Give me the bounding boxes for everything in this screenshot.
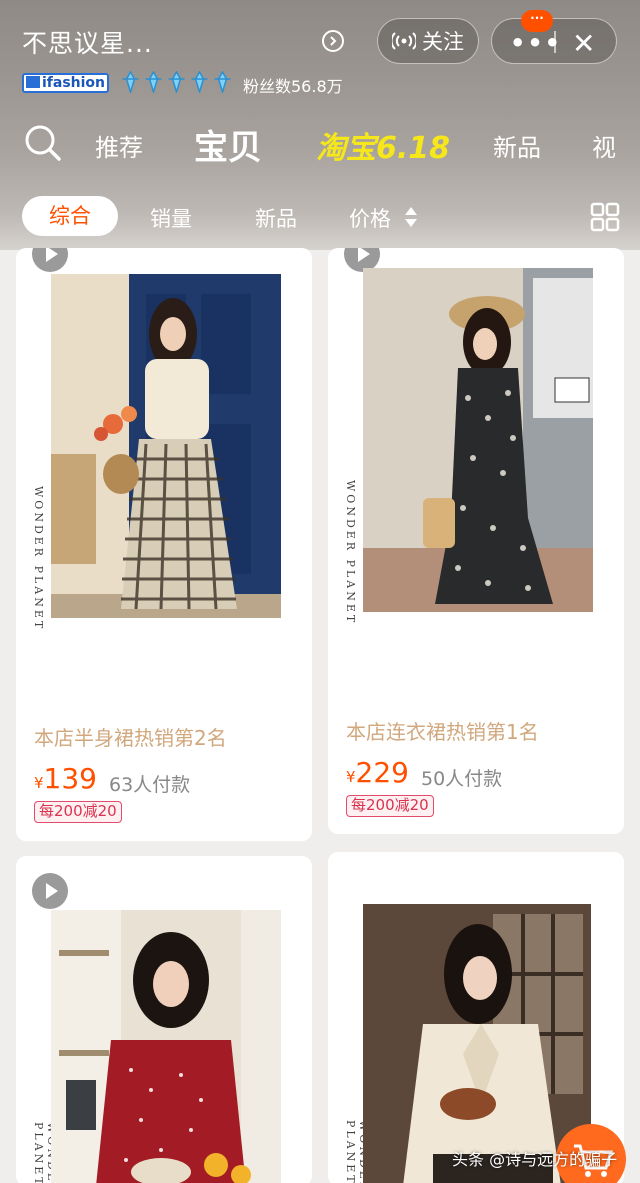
product-photo[interactable] [51, 910, 281, 1183]
crown-icon [168, 71, 185, 93]
search-icon[interactable] [24, 124, 62, 162]
product-card[interactable]: WONDER PLANET 本店连衣裙热销第1名 ¥229 50人付款 每200… [328, 248, 624, 834]
tab-taobao-618[interactable]: 淘宝6.18 [316, 123, 450, 167]
coupon-badge: 每200减20 [346, 795, 434, 817]
fans-count: 粉丝数56.8万 [243, 77, 343, 96]
tab-new[interactable]: 新品 [493, 128, 541, 163]
mini-program-capsule: ••• ✕ [491, 18, 617, 64]
sort-arrows-icon[interactable] [404, 205, 418, 229]
product-title[interactable]: 本店连衣裙热销第1名 [346, 716, 539, 745]
follow-label: 关注 [422, 30, 464, 54]
follow-button[interactable]: 关注 [377, 18, 479, 64]
tab-products[interactable]: 宝贝 [194, 120, 262, 169]
crown-icon [214, 71, 231, 93]
shop-rating-crowns [120, 71, 233, 93]
filter-comprehensive[interactable]: 综合 [22, 196, 118, 236]
crown-icon [145, 71, 162, 93]
product-title[interactable]: 本店半身裙热销第2名 [34, 722, 227, 751]
filter-sales[interactable]: 销量 [150, 203, 192, 233]
product-photo[interactable] [363, 268, 593, 612]
ifashion-badge: ifashion [22, 73, 109, 93]
tab-video[interactable]: 视 [592, 128, 616, 163]
crown-icon [122, 71, 139, 93]
filter-price[interactable]: 价格 [349, 203, 391, 233]
toutiao-watermark: 头条 @诗与远方的骗子 [452, 1150, 618, 1169]
price-value: 139 [43, 762, 97, 795]
coupon-badge: 每200减20 [34, 801, 122, 823]
tab-recommend[interactable]: 推荐 [95, 128, 143, 163]
sold-count: 50人付款 [421, 768, 503, 790]
store-name[interactable]: 不思议星... [22, 24, 153, 60]
chevron-right-icon[interactable] [322, 30, 344, 52]
grid-view-icon[interactable] [590, 202, 620, 232]
product-photo[interactable] [51, 274, 281, 618]
ifashion-logo-icon [26, 76, 40, 88]
price-value: 229 [355, 756, 409, 789]
live-signal-icon [392, 32, 416, 50]
sold-count: 63人付款 [109, 774, 191, 796]
product-card[interactable]: WONDER PLANET [16, 248, 312, 841]
play-video-icon[interactable] [32, 873, 68, 909]
filter-new[interactable]: 新品 [255, 203, 297, 233]
crown-icon [191, 71, 208, 93]
brand-watermark: WONDER PLANET [344, 480, 357, 626]
capsule-divider [554, 31, 556, 53]
currency-symbol: ¥ [34, 774, 44, 792]
currency-symbol: ¥ [346, 768, 356, 786]
close-button[interactable]: ✕ [572, 27, 595, 60]
product-price: ¥229 [346, 756, 409, 789]
brand-watermark: WONDER PLANET [32, 486, 45, 632]
product-price: ¥139 [34, 762, 97, 795]
play-video-icon[interactable] [32, 248, 68, 272]
ifashion-label: ifashion [42, 75, 106, 91]
product-card[interactable]: WONDER PLANET [16, 856, 312, 1183]
notification-badge: ··· [521, 10, 553, 32]
